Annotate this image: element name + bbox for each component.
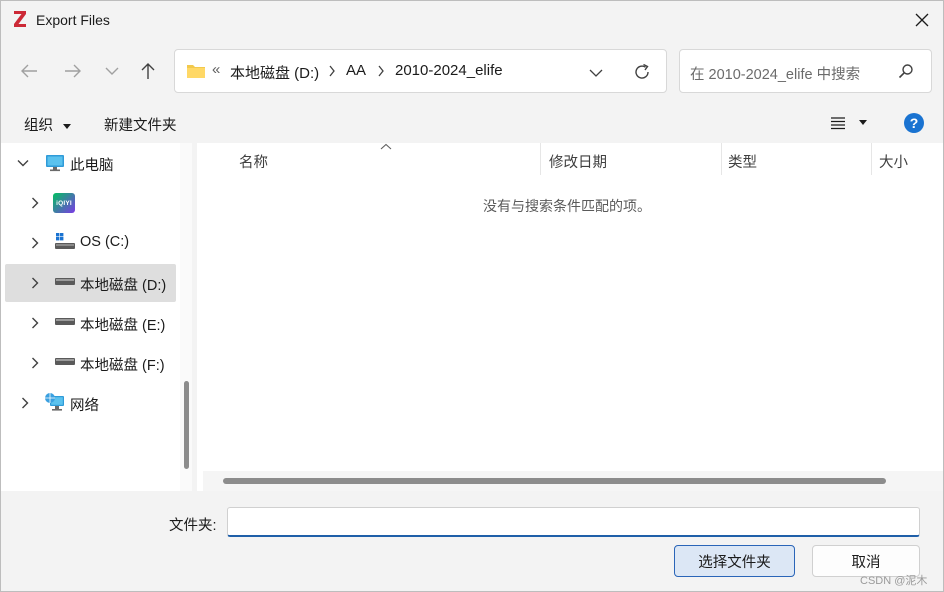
close-button[interactable] <box>907 5 937 35</box>
chevron-down-icon[interactable] <box>17 157 29 169</box>
sidebar-item-this-pc[interactable]: 此电脑 <box>5 144 176 182</box>
sidebar-item-drive-d[interactable]: 本地磁盘 (D:) <box>5 264 176 302</box>
command-toolbar: 组织 新建文件夹 ? <box>1 103 943 143</box>
chevron-right-icon[interactable] <box>328 65 336 77</box>
column-divider[interactable] <box>871 143 872 175</box>
column-divider[interactable] <box>540 143 541 175</box>
caret-down-icon <box>63 123 72 129</box>
network-icon <box>45 393 64 411</box>
refresh-icon <box>635 63 649 79</box>
help-button[interactable]: ? <box>904 113 924 133</box>
sidebar-item-network[interactable]: 网络 <box>5 384 176 422</box>
sidebar-item-label: 此电脑 <box>70 158 114 174</box>
sidebar-item-os-c[interactable]: OS (C:) <box>5 224 176 262</box>
sidebar-item-label: OS (C:) <box>80 234 130 250</box>
folder-name-input[interactable] <box>227 507 920 537</box>
navigation-scrollbar-thumb[interactable] <box>184 381 189 469</box>
select-folder-label: 选择文件夹 <box>698 554 771 571</box>
chevron-right-icon[interactable] <box>29 237 41 249</box>
sidebar-item-iqiyi[interactable]: iQIYI <box>5 184 176 222</box>
breadcrumb-current-folder[interactable]: 2010-2024_elife <box>395 62 503 79</box>
window-title: Export Files <box>36 12 110 28</box>
arrow-right-icon <box>65 64 81 78</box>
arrow-up-icon <box>141 63 155 79</box>
view-options-caret-icon[interactable] <box>859 120 867 125</box>
sidebar-item-label: 网络 <box>70 398 99 414</box>
list-view-icon[interactable] <box>830 116 846 130</box>
breadcrumb-aa[interactable]: AA <box>346 62 366 79</box>
address-overflow[interactable]: « <box>212 61 220 78</box>
column-header-type[interactable]: 类型 <box>728 151 757 172</box>
drive-icon <box>55 278 75 285</box>
iqiyi-icon: iQIYI <box>53 193 75 213</box>
title-bar: Export Files <box>1 1 943 39</box>
monitor-icon <box>46 155 64 172</box>
chevron-right-icon[interactable] <box>29 197 41 209</box>
file-list: 名称 修改日期 类型 大小 没有与搜索条件匹配的项。 <box>197 143 943 491</box>
forward-button[interactable] <box>59 57 87 85</box>
sidebar-item-label: 本地磁盘 (E:) <box>80 318 166 334</box>
navigation-row: « 本地磁盘 (D:) AA 2010-2024_elife 在 2010-20… <box>1 39 943 103</box>
sidebar-item-drive-e[interactable]: 本地磁盘 (E:) <box>5 304 176 342</box>
organize-menu[interactable]: 组织 <box>24 114 72 135</box>
drive-icon <box>55 358 75 365</box>
file-list-scrollbar-thumb[interactable] <box>223 478 886 484</box>
search-box[interactable]: 在 2010-2024_elife 中搜索 <box>679 49 932 93</box>
organize-label: 组织 <box>24 118 53 134</box>
arrow-left-icon <box>21 64 37 78</box>
folder-icon <box>187 65 205 78</box>
column-header-name[interactable]: 名称 <box>239 151 268 172</box>
cancel-label: 取消 <box>851 554 881 571</box>
chevron-right-icon[interactable] <box>377 65 385 77</box>
chevron-right-icon[interactable] <box>29 277 41 289</box>
breadcrumb-drive-d[interactable]: 本地磁盘 (D:) <box>230 62 319 83</box>
select-folder-button[interactable]: 选择文件夹 <box>674 545 795 577</box>
new-folder-button[interactable]: 新建文件夹 <box>104 114 177 135</box>
zotero-logo-icon <box>14 11 26 27</box>
recent-locations-button[interactable] <box>98 57 126 85</box>
refresh-button[interactable] <box>630 61 654 83</box>
windows-drive-icon <box>55 233 75 249</box>
search-icon[interactable] <box>898 63 914 79</box>
sidebar-item-label: 本地磁盘 (D:) <box>80 278 167 294</box>
chevron-right-icon[interactable] <box>29 357 41 369</box>
chevron-right-icon[interactable] <box>29 317 41 329</box>
drive-icon <box>55 318 75 325</box>
address-history-dropdown[interactable] <box>585 64 607 82</box>
navigation-pane: 此电脑 iQIYI OS (C:) 本地磁盘 (D:) 本地磁盘 (E:) 本地… <box>1 143 192 491</box>
sidebar-item-drive-f[interactable]: 本地磁盘 (F:) <box>5 344 176 382</box>
up-button[interactable] <box>134 57 162 85</box>
sort-ascending-icon <box>380 143 392 150</box>
column-divider[interactable] <box>721 143 722 175</box>
watermark-text: CSDN @泥木 <box>860 575 928 587</box>
new-folder-label: 新建文件夹 <box>104 118 177 134</box>
back-button[interactable] <box>15 57 43 85</box>
chevron-down-icon <box>589 69 603 77</box>
column-header-size[interactable]: 大小 <box>879 151 908 172</box>
chevron-down-icon <box>105 67 119 75</box>
iqiyi-logo-text: iQIYI <box>56 199 72 207</box>
chevron-right-icon[interactable] <box>19 397 31 409</box>
close-icon <box>915 13 929 27</box>
address-bar[interactable]: « 本地磁盘 (D:) AA 2010-2024_elife <box>174 49 667 93</box>
search-placeholder[interactable]: 在 2010-2024_elife 中搜索 <box>690 63 860 84</box>
column-header-date-modified[interactable]: 修改日期 <box>549 151 607 172</box>
folder-field-label: 文件夹: <box>169 518 217 534</box>
help-label: ? <box>909 115 919 131</box>
empty-message: 没有与搜索条件匹配的项。 <box>483 198 651 214</box>
sidebar-item-label: 本地磁盘 (F:) <box>80 358 165 374</box>
export-files-dialog: Export Files « 本地磁盘 (D:) AA 2010-2024_el… <box>0 0 944 592</box>
